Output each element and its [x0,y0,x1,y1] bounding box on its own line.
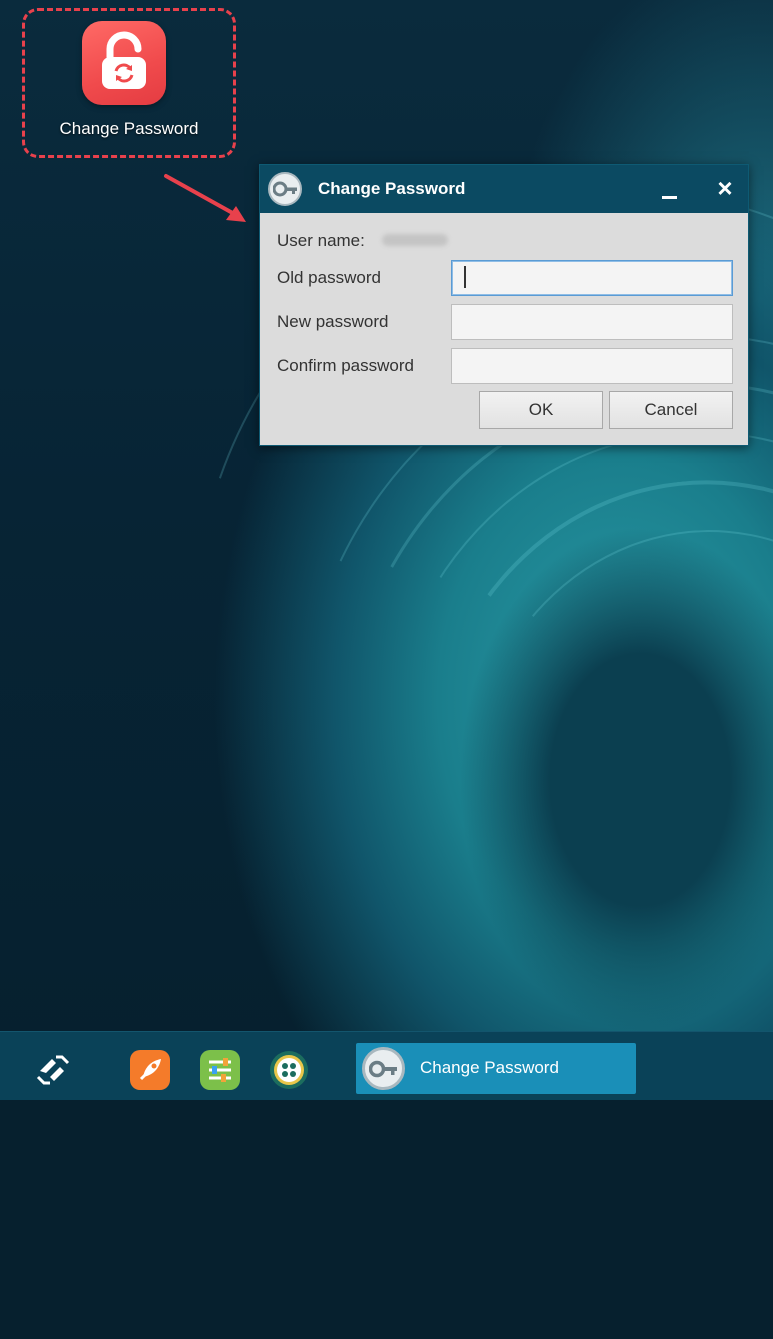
apps-grid-icon[interactable] [268,1049,310,1091]
username-value-redacted [382,234,448,246]
desktop-icon-label: Change Password [59,119,199,138]
text-caret [464,266,466,288]
launcher-logo-icon[interactable] [32,1049,74,1091]
close-button[interactable]: × [712,175,738,201]
new-password-input[interactable] [451,304,733,340]
arrow-pointer-icon [164,174,246,222]
username-label: User name: [277,231,365,250]
confirm-password-input[interactable] [451,348,733,384]
rocket-icon[interactable] [129,1049,171,1091]
sliders-icon[interactable] [199,1049,241,1091]
desktop-icon-change-password[interactable]: Change Password [22,8,236,158]
unlock-refresh-icon [82,21,166,105]
old-password-label: Old password [277,268,381,287]
minimize-button[interactable] [658,177,682,201]
taskbar-window-change-password[interactable]: Change Password [356,1043,636,1094]
taskbar-window-label: Change Password [420,1058,559,1077]
dialog-titlebar[interactable]: Change Password × [260,165,748,213]
close-icon: × [717,173,733,203]
dialog-title: Change Password [318,179,466,198]
confirm-password-label: Confirm password [277,356,414,375]
ok-button[interactable]: OK [479,391,603,429]
new-password-label: New password [277,312,389,331]
taskbar: Change Password [0,1031,773,1100]
key-icon [362,1047,405,1090]
cancel-button[interactable]: Cancel [609,391,733,429]
key-icon [268,172,302,206]
old-password-input[interactable] [451,260,733,296]
change-password-dialog: Change Password × User name: Old passwor… [259,164,749,446]
